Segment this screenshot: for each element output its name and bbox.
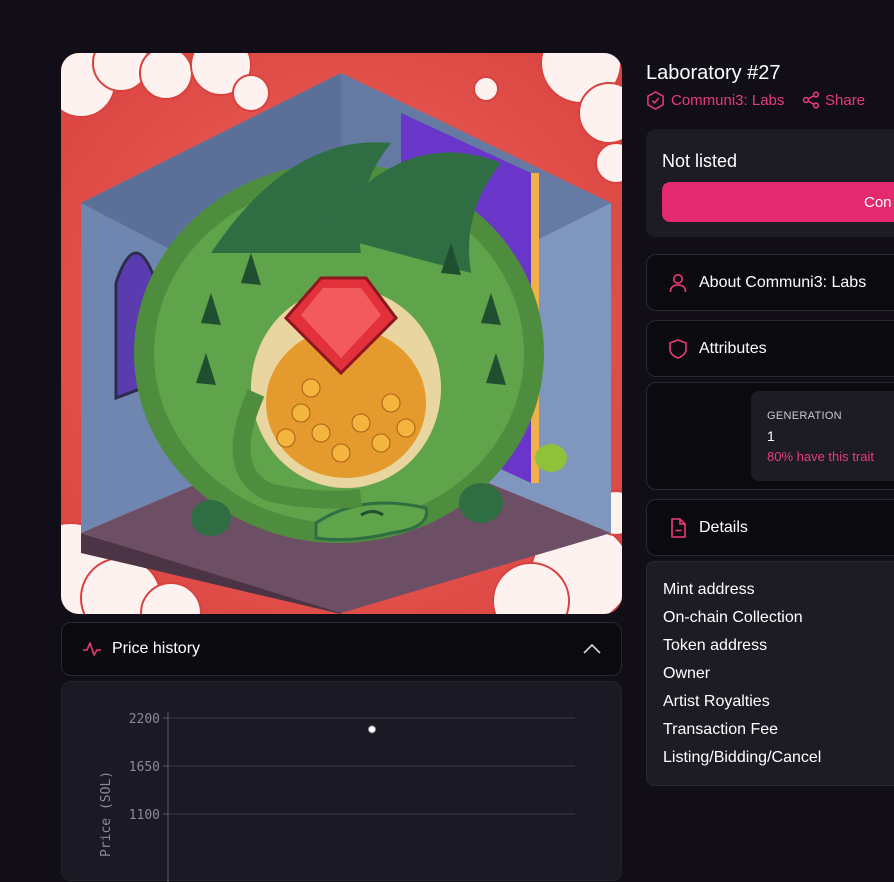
verified-badge-icon [646, 91, 665, 110]
details-list: Mint address On-chain Collection Token a… [646, 561, 894, 786]
attributes-panel: GENERATION 1 80% have this trait [646, 382, 894, 490]
y-axis-label: Price (SOL) [99, 771, 114, 857]
share-button[interactable]: Share [802, 91, 865, 109]
nft-artwork [61, 53, 622, 614]
y-tick-label: 1100 [129, 808, 160, 823]
detail-row-owner: Owner [663, 665, 711, 682]
price-history-label: Price history [112, 640, 201, 657]
y-tick-label: 1650 [129, 760, 160, 775]
connect-button[interactable]: Con [662, 182, 894, 222]
y-tick-label: 2200 [129, 712, 160, 727]
trait-value: 1 [767, 428, 775, 444]
document-icon [667, 517, 689, 539]
share-label: Share [825, 91, 866, 109]
about-label: About Communi3: Labs [699, 273, 867, 291]
price-point[interactable] [368, 725, 376, 734]
price-chart: 2200 1650 1100 Price (SOL) [61, 681, 622, 882]
trait-rarity: 80% have this trait [767, 449, 874, 464]
detail-row-transaction-fee: Transaction Fee [663, 721, 779, 738]
share-icon [802, 91, 820, 109]
attributes-toggle[interactable]: Attributes [646, 320, 894, 377]
listing-card: Not listed Con [646, 129, 894, 237]
activity-icon [82, 641, 102, 657]
collection-link[interactable]: Communi3: Labs [646, 91, 784, 110]
shield-icon [667, 338, 689, 360]
price-chart-plot: 2200 1650 1100 Price (SOL) [99, 712, 575, 882]
detail-row-listing-bidding-cancel: Listing/Bidding/Cancel [663, 749, 822, 766]
chevron-up-icon[interactable] [583, 644, 601, 654]
details-toggle[interactable]: Details [646, 499, 894, 556]
trait-name: GENERATION [767, 410, 842, 422]
attributes-label: Attributes [699, 339, 767, 357]
trait-card[interactable]: GENERATION 1 80% have this trait [751, 391, 894, 481]
listing-status: Not listed [662, 151, 738, 171]
detail-row-token-address: Token address [663, 637, 768, 654]
details-label: Details [699, 518, 748, 536]
nft-title: Laboratory #27 [646, 62, 781, 84]
price-history-toggle[interactable]: Price history [61, 622, 622, 676]
detail-row-artist-royalties: Artist Royalties [663, 693, 770, 710]
collection-name: Communi3: Labs [671, 92, 785, 109]
user-icon [667, 272, 689, 294]
detail-row-mint-address: Mint address [663, 581, 755, 598]
about-collection-toggle[interactable]: About Communi3: Labs [646, 254, 894, 311]
detail-row-onchain-collection: On-chain Collection [663, 609, 803, 626]
